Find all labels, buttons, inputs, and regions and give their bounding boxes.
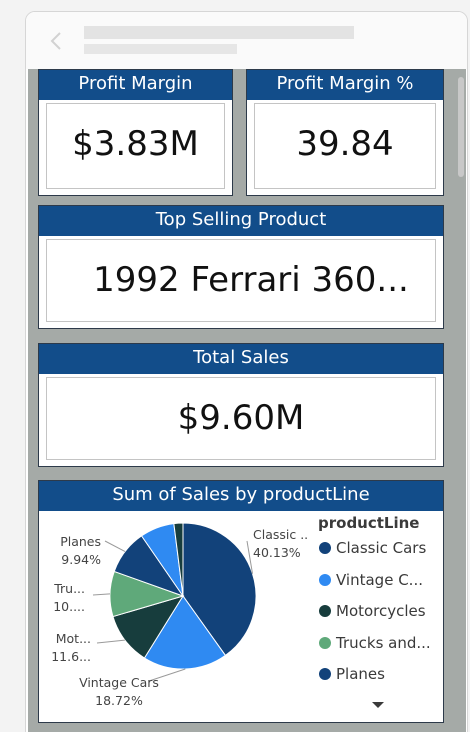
leader-line	[92, 593, 111, 596]
top-selling-product-card[interactable]: Top Selling Product 1992 Ferrari 360...	[38, 205, 444, 329]
chart-title: Sum of Sales by productLine	[39, 481, 443, 511]
legend-dot	[319, 605, 331, 617]
scrollbar-thumb[interactable]	[458, 77, 464, 177]
slice-percent: 11.6...	[51, 649, 91, 664]
report-canvas: Profit Margin $3.83M Profit Margin % 39.…	[28, 69, 466, 732]
total-sales-card[interactable]: Total Sales $9.60M	[38, 343, 444, 467]
legend-item[interactable]: Classic Cars	[319, 539, 426, 557]
legend-dot	[319, 542, 331, 554]
pie-chart[interactable]: Classic ... 40.13% Vintage Cars 18.72% Mot..…	[39, 511, 309, 721]
legend-item[interactable]: Trucks and...	[319, 634, 431, 652]
slice-label: Vintage Cars	[79, 675, 159, 690]
kpi-value: 39.84	[296, 124, 394, 164]
legend-label: Vintage C...	[336, 570, 423, 589]
legend-label: Classic Cars	[336, 539, 427, 557]
legend-dot	[319, 636, 331, 649]
legend-item[interactable]: Vintage C...	[319, 571, 423, 589]
profit-margin-card[interactable]: Profit Margin $3.83M	[38, 69, 233, 196]
scrollbar[interactable]	[457, 72, 465, 722]
subtitle-placeholder	[84, 44, 237, 54]
profit-margin-pct-card[interactable]: Profit Margin % 39.84	[246, 69, 444, 196]
slice-label: Mot...	[56, 631, 91, 646]
kpi-value: $3.83M	[72, 124, 199, 164]
sales-by-productline-chart[interactable]: Sum of Sales by productLine Classic ... 4…	[38, 480, 444, 723]
legend-title: productLine	[318, 514, 420, 532]
card-body: 1992 Ferrari 360...	[46, 239, 436, 322]
slice-label: Classic ...	[253, 527, 309, 542]
card-body: $9.60M	[46, 377, 436, 460]
card-body: 39.84	[254, 103, 436, 189]
slice-percent: 10....	[53, 599, 85, 614]
kpi-value: $9.60M	[177, 398, 305, 438]
legend-dot	[319, 668, 331, 680]
card-body: $3.83M	[46, 103, 225, 189]
card-title: Total Sales	[39, 344, 443, 374]
slice-percent: 18.72%	[95, 693, 143, 708]
legend-label: Motorcycles	[336, 602, 426, 620]
legend-item[interactable]: Motorcycles	[319, 602, 426, 620]
card-title: Profit Margin %	[247, 70, 443, 100]
top-bar	[26, 12, 467, 69]
legend-label: Trucks and...	[336, 633, 431, 652]
kpi-value: 1992 Ferrari 360...	[93, 260, 409, 300]
card-title: Top Selling Product	[39, 206, 443, 236]
leader-line	[96, 639, 125, 644]
leader-line	[104, 540, 126, 552]
title-placeholder	[84, 26, 354, 39]
legend-label: Planes	[336, 665, 385, 683]
card-title: Profit Margin	[39, 70, 232, 100]
phone-frame: Profit Margin $3.83M Profit Margin % 39.…	[25, 11, 468, 732]
slice-label: Tru...	[53, 581, 85, 596]
slice-percent: 9.94%	[61, 552, 101, 567]
slice-percent: 40.13%	[253, 545, 301, 560]
chevron-left-icon[interactable]	[46, 30, 68, 52]
legend-dot	[319, 573, 331, 586]
slice-label: Planes	[60, 534, 101, 549]
caret-down-icon[interactable]	[371, 700, 385, 710]
legend-item[interactable]: Planes	[319, 665, 385, 683]
